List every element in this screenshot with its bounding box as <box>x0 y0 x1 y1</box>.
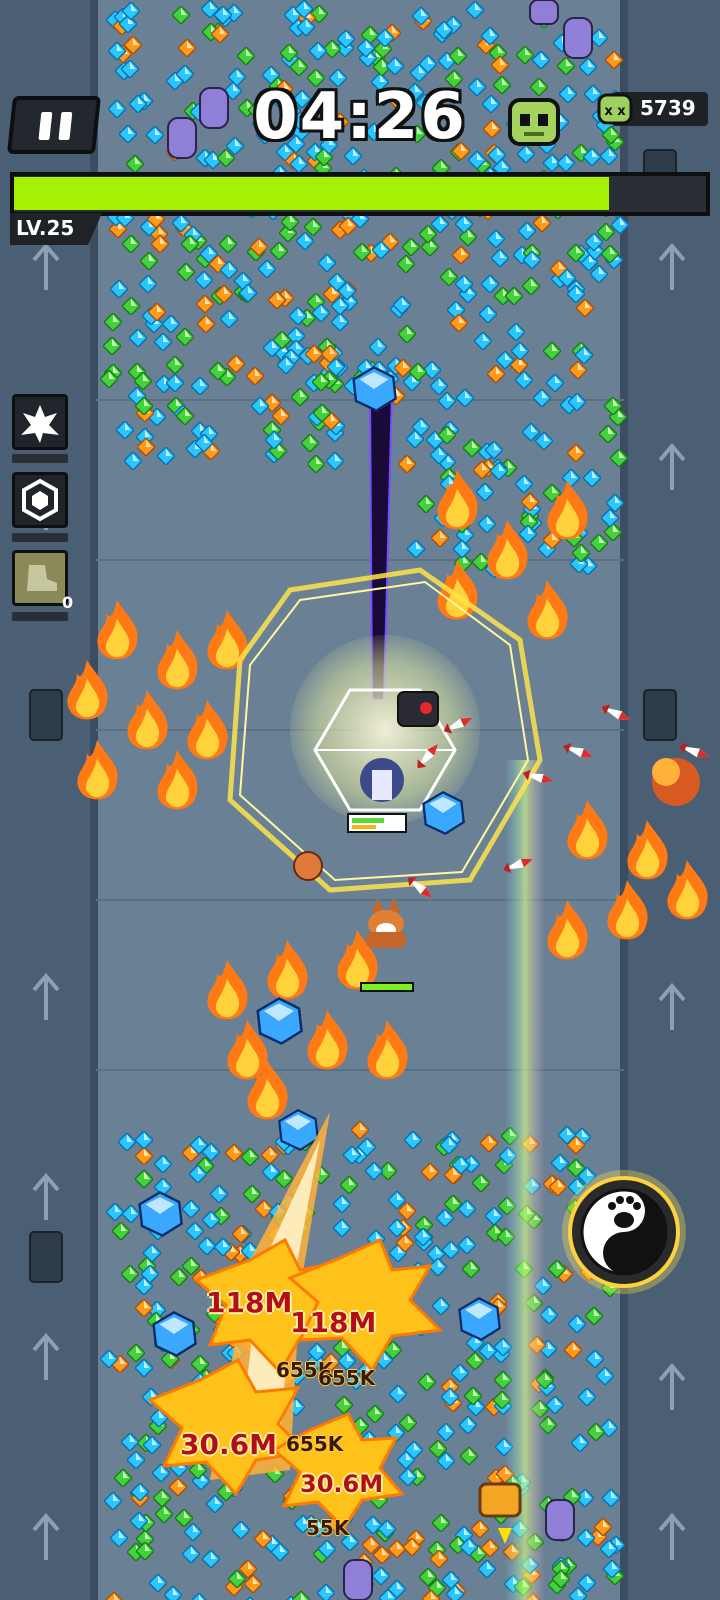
boot-skill-icon <box>27 565 57 591</box>
skill-2-progress <box>12 533 68 542</box>
zombie-head-icon <box>508 98 560 146</box>
skill-1-progress <box>12 454 68 463</box>
damage-number: 30.6M <box>300 1470 384 1498</box>
skill-3-progress <box>12 612 68 621</box>
explosion-skill-icon <box>21 405 59 443</box>
svg-text:x x: x x <box>604 104 626 119</box>
damage-number-small: 655K <box>318 1366 376 1390</box>
skill-slot-1 <box>12 394 68 450</box>
damage-number: 30.6M <box>180 1428 277 1461</box>
damage-number: 118M <box>206 1286 293 1319</box>
game-scene <box>0 0 720 1600</box>
special-skill-button[interactable] <box>560 1168 688 1296</box>
yin-yang-paw-icon <box>580 1188 668 1276</box>
damage-number: 118M <box>290 1306 377 1339</box>
damage-number-small: 55K <box>306 1516 350 1540</box>
pause-button[interactable] <box>6 96 102 154</box>
skill-slot-3 <box>12 550 68 606</box>
xp-bar-fill <box>14 177 609 210</box>
pause-icon <box>38 112 53 140</box>
hexagon-shield-skill-icon <box>22 478 58 522</box>
kill-count: 5739 <box>640 96 696 120</box>
level-label: LV.25 <box>16 216 75 240</box>
skull-icon: x x <box>597 93 633 125</box>
survival-timer: 04:26 <box>253 80 467 154</box>
damage-number-small: 655K <box>286 1432 344 1456</box>
skill-item-count: 0 <box>62 593 74 612</box>
pause-icon-bar <box>58 112 73 140</box>
skill-slot-2 <box>12 472 68 528</box>
